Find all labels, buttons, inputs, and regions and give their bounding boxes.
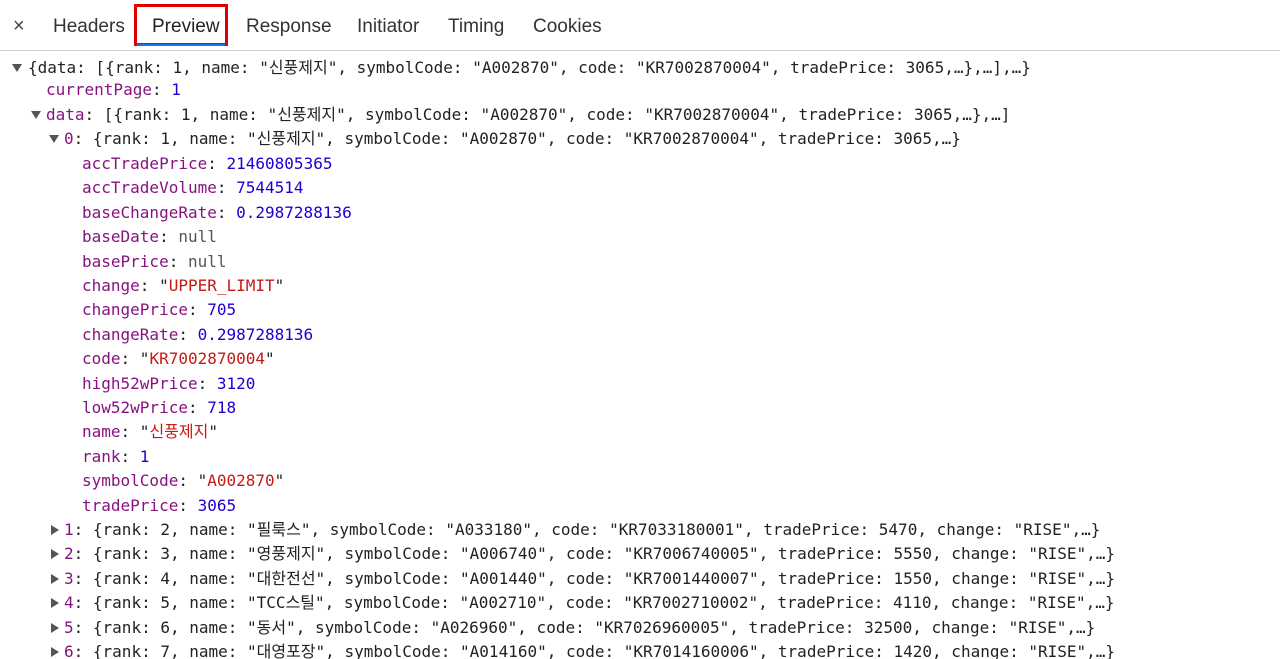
active-tab-underline <box>137 44 225 46</box>
collapsed-item-summary: {rank: 5, name: "TCC스틸", symbolCode: "A0… <box>92 593 1115 613</box>
json-preview-tree: {data: [{rank: 1, name: "신풍제지", symbolCo… <box>0 56 1280 659</box>
field-key: baseChangeRate <box>82 202 217 222</box>
field-key: low52wPrice <box>82 398 188 417</box>
field-value: "A002870" <box>197 471 285 491</box>
collapsed-item-summary: {rank: 3, name: "영풍제지", symbolCode: "A00… <box>92 544 1116 564</box>
item-0-summary: {rank: 1, name: "신풍제지", symbolCode: "A00… <box>92 129 961 148</box>
field-value: 705 <box>207 300 237 320</box>
field-value: "UPPER_LIMIT" <box>159 276 285 295</box>
field-row-changeRate: changeRate: 0.2987288136 <box>82 324 314 344</box>
field-row-basePrice: basePrice: null <box>82 251 227 271</box>
expand-arrow-icon[interactable] <box>12 64 22 72</box>
field-key: changeRate <box>82 324 179 344</box>
field-value: 718 <box>207 398 237 417</box>
tab-response[interactable]: Response <box>246 16 332 38</box>
collapsed-item-summary: {rank: 6, name: "동서", symbolCode: "A0269… <box>92 617 1096 637</box>
root-summary: {data: [{rank: 1, name: "신풍제지", symbolCo… <box>28 58 1031 77</box>
field-row-baseDate: baseDate: null <box>82 227 217 247</box>
expand-arrow-icon[interactable] <box>51 549 59 560</box>
collapsed-item-summary: {rank: 4, name: "대한전선", symbolCode: "A00… <box>92 568 1116 588</box>
field-row-rank: rank: 1 <box>82 446 150 466</box>
field-row-baseChangeRate: baseChangeRate: 0.2987288136 <box>82 202 352 222</box>
field-value: 7544514 <box>236 178 304 198</box>
collapsed-item-index: 4 <box>64 593 74 613</box>
expand-arrow-icon[interactable] <box>31 111 41 119</box>
field-key: high52wPrice <box>82 373 198 393</box>
field-value: 3065 <box>197 495 237 515</box>
field-row-symbolCode: symbolCode: "A002870" <box>82 471 285 491</box>
item-0-index: 0 <box>64 129 74 148</box>
field-value: 0.2987288136 <box>236 202 352 222</box>
field-row-change: change: "UPPER_LIMIT" <box>82 276 285 295</box>
field-row-code: code: "KR7002870004" <box>82 349 275 369</box>
field-key: tradePrice <box>82 495 179 515</box>
field-key: accTradeVolume <box>82 178 217 198</box>
collapsed-item-index: 5 <box>64 617 74 637</box>
current-page-key: currentPage <box>46 80 152 99</box>
expand-arrow-icon[interactable] <box>51 525 59 535</box>
tab-preview[interactable]: Preview <box>152 16 220 38</box>
expand-arrow-icon[interactable] <box>51 573 59 584</box>
field-value: 21460805365 <box>226 154 333 173</box>
field-value: null <box>187 251 227 271</box>
collapsed-item-index: 3 <box>64 568 74 588</box>
collapsed-item-index: 2 <box>64 544 74 564</box>
collapsed-item-summary: {rank: 2, name: "필룩스", symbolCode: "A033… <box>92 520 1101 539</box>
current-page-row: currentPage: 1 <box>46 80 181 99</box>
field-key: rank <box>82 446 121 466</box>
tab-headers[interactable]: Headers <box>53 16 125 38</box>
field-row-name: name: "신풍제지" <box>82 422 218 442</box>
field-value: null <box>178 227 217 247</box>
tab-cookies[interactable]: Cookies <box>533 16 602 38</box>
field-row-high52wPrice: high52wPrice: 3120 <box>82 373 256 393</box>
field-row-tradePrice: tradePrice: 3065 <box>82 495 237 515</box>
field-value: "KR7002870004" <box>139 349 275 369</box>
tab-timing[interactable]: Timing <box>448 16 504 38</box>
data-summary: [{rank: 1, name: "신풍제지", symbolCode: "A0… <box>103 105 1011 124</box>
field-key: change <box>82 276 140 295</box>
field-key: changePrice <box>82 300 188 320</box>
field-row-changePrice: changePrice: 705 <box>82 300 237 320</box>
collapsed-item-index: 1 <box>64 520 74 539</box>
field-key: basePrice <box>82 251 169 271</box>
field-key: code <box>82 349 121 369</box>
tab-initiator[interactable]: Initiator <box>357 16 419 38</box>
field-key: name <box>82 422 121 442</box>
field-value: 1 <box>139 446 150 466</box>
collapsed-item-index: 6 <box>64 642 74 659</box>
devtools-tabbar: × Headers Preview Response Initiator Tim… <box>0 0 1280 51</box>
field-value: 3120 <box>216 373 256 393</box>
expand-arrow-icon[interactable] <box>51 647 59 657</box>
field-key: symbolCode <box>82 471 179 491</box>
field-row-accTradePrice: accTradePrice: 21460805365 <box>82 154 333 173</box>
expand-arrow-icon[interactable] <box>51 598 59 609</box>
field-row-accTradeVolume: accTradeVolume: 7544514 <box>82 178 304 198</box>
field-key: accTradePrice <box>82 154 208 173</box>
expand-arrow-icon[interactable] <box>51 622 59 633</box>
data-key: data <box>46 105 85 124</box>
expand-arrow-icon[interactable] <box>49 135 59 143</box>
field-row-low52wPrice: low52wPrice: 718 <box>82 398 237 417</box>
field-value: 0.2987288136 <box>197 324 314 344</box>
field-key: baseDate <box>82 227 160 247</box>
current-page-value: 1 <box>171 80 181 99</box>
close-icon[interactable]: × <box>13 15 25 38</box>
collapsed-item-summary: {rank: 7, name: "대영포장", symbolCode: "A01… <box>92 642 1116 659</box>
field-value: "신풍제지" <box>139 422 218 442</box>
